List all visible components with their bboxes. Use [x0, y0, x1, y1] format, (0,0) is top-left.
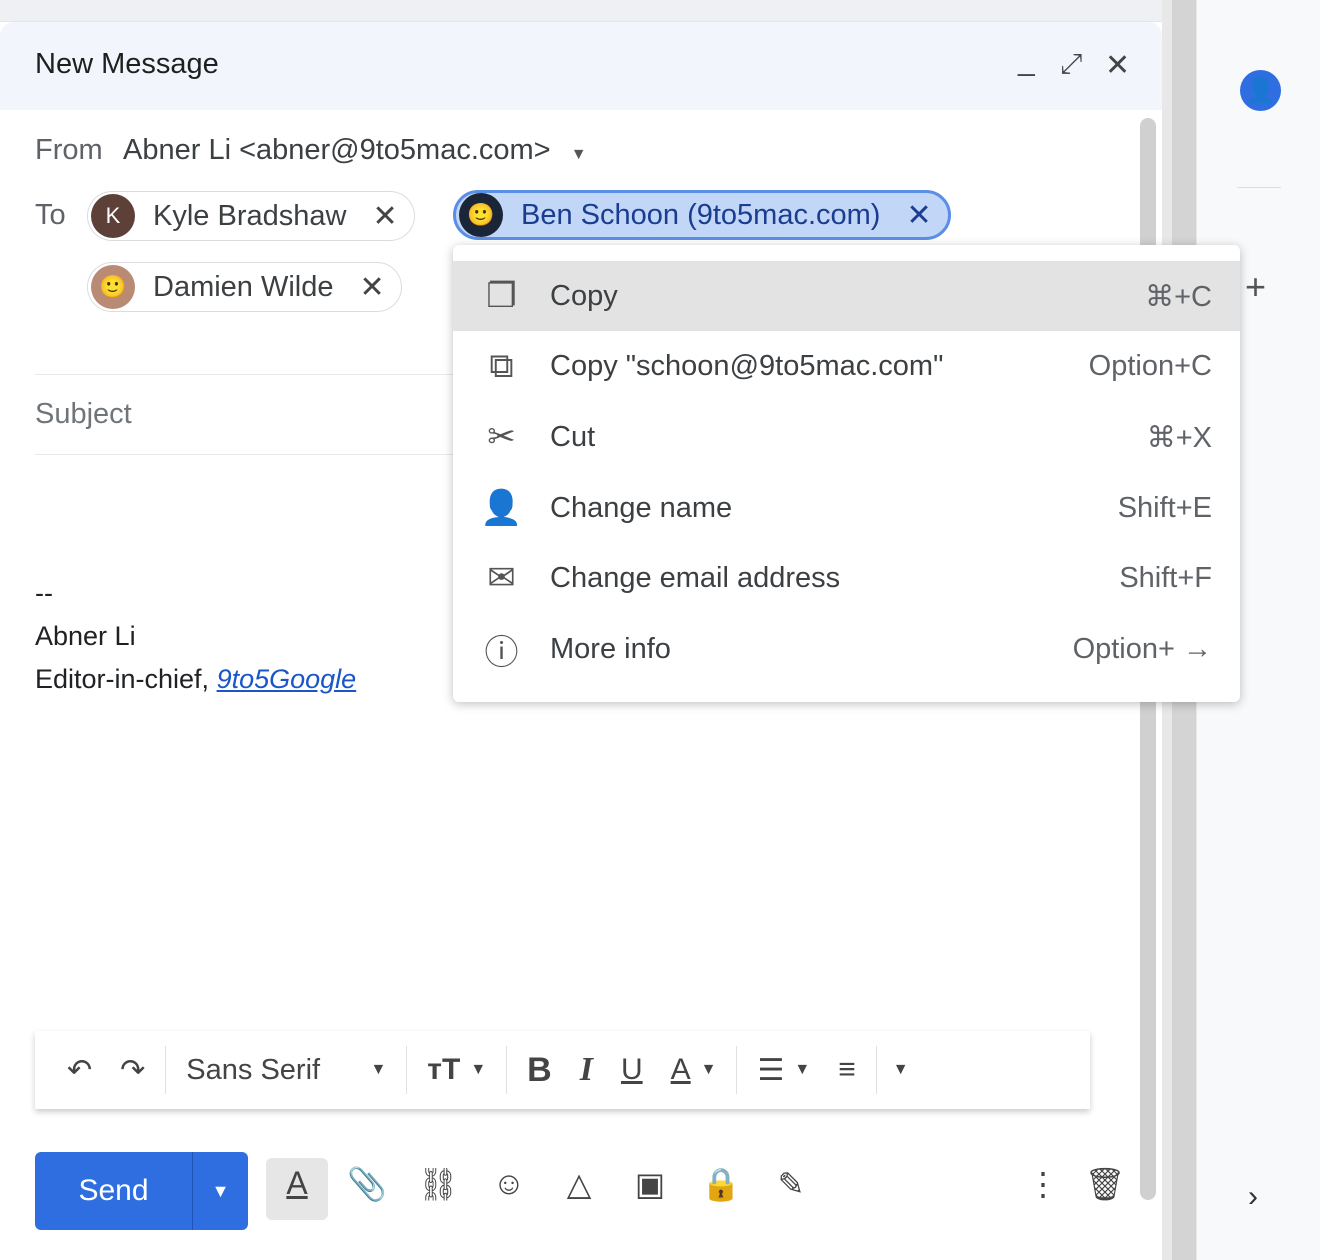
- menu-shortcut: Option+ →: [1072, 632, 1212, 665]
- font-select[interactable]: Sans Serif ▼: [186, 1054, 386, 1087]
- recipient-name: Ben Schoon (9to5mac.com): [521, 198, 881, 231]
- menu-label: Cut: [550, 420, 596, 453]
- recipient-chip-selected[interactable]: 🙂 Ben Schoon (9to5mac.com) ✕: [453, 190, 951, 240]
- signature-dashes: --: [35, 578, 53, 608]
- more-formatting-icon[interactable]: ▼: [893, 1061, 909, 1079]
- menu-item-more-info[interactable]: ⓘ More info Option+ →: [453, 614, 1240, 684]
- recipient-chip[interactable]: K Kyle Bradshaw ✕: [87, 191, 415, 241]
- remove-icon[interactable]: ✕: [360, 270, 385, 305]
- menu-label: Change email address: [550, 561, 841, 594]
- signature-title: Editor-in-chief,: [35, 664, 217, 694]
- menu-label: More info: [550, 632, 671, 665]
- context-menu: ❐ Copy ⌘+C ⧉ Copy "schoon@9to5mac.com" Optio…: [453, 245, 1240, 702]
- redo-icon[interactable]: ↷: [120, 1053, 145, 1088]
- trash-icon[interactable]: 🗑: [1083, 1165, 1127, 1203]
- separator: [736, 1046, 738, 1094]
- drive-icon[interactable]: △: [557, 1165, 601, 1203]
- bold-icon[interactable]: B: [527, 1051, 552, 1090]
- recipient-chip[interactable]: 🙂 Damien Wilde ✕: [87, 262, 402, 312]
- menu-item-change-name[interactable]: 👤 Change name Shift+E: [453, 473, 1240, 543]
- menu-label: Copy "schoon@9to5mac.com": [550, 349, 944, 382]
- from-value: Abner Li <abner@9to5mac.com>: [123, 134, 551, 166]
- menu-item-copy-email[interactable]: ⧉ Copy "schoon@9to5mac.com" Option+C: [453, 331, 1240, 401]
- remove-icon[interactable]: ✕: [906, 198, 931, 233]
- separator: [165, 1046, 167, 1094]
- menu-shortcut: ⌘+C: [1145, 280, 1212, 313]
- divider: [35, 454, 455, 455]
- from-select[interactable]: Abner Li <abner@9to5mac.com> ▼: [123, 134, 587, 167]
- contacts-icon[interactable]: 👤: [1240, 70, 1281, 111]
- signature: -- Abner Li Editor-in-chief, 9to5Google: [35, 572, 356, 701]
- numbered-list-icon[interactable]: ≡: [838, 1053, 856, 1087]
- photo-icon[interactable]: ▣: [628, 1165, 672, 1203]
- separator: [506, 1046, 508, 1094]
- separator: [406, 1046, 408, 1094]
- fullscreen-icon[interactable]: ⤢: [1060, 48, 1082, 81]
- side-divider: [1237, 187, 1281, 188]
- to-label: To: [35, 199, 66, 231]
- signature-link[interactable]: 9to5Google: [217, 664, 357, 694]
- close-icon[interactable]: ✕: [1105, 48, 1130, 83]
- info-icon: ⓘ: [484, 633, 519, 672]
- text-color-icon[interactable]: A ▼: [671, 1053, 717, 1087]
- menu-item-change-email[interactable]: ✉ Change email address Shift+F: [453, 543, 1240, 613]
- menu-shortcut: Shift+F: [1119, 561, 1212, 594]
- more-options-icon[interactable]: ⋮: [1021, 1165, 1065, 1203]
- undo-icon[interactable]: ↶: [67, 1053, 92, 1088]
- minimize-icon[interactable]: _: [1018, 44, 1035, 78]
- edit-mail-icon: ✉: [487, 559, 516, 597]
- menu-shortcut: ⌘+X: [1146, 421, 1212, 454]
- attach-icon[interactable]: 📎: [345, 1165, 389, 1203]
- italic-icon[interactable]: I: [580, 1051, 593, 1089]
- avatar: 🙂: [459, 193, 503, 237]
- formatting-toolbar: ↶ ↷ Sans Serif ▼ тT ▼ B I U A ▼ ☰ ▼ ≡ ▼: [35, 1031, 1090, 1109]
- from-label: From: [35, 134, 103, 166]
- add-icon[interactable]: +: [1245, 266, 1266, 308]
- menu-label: Copy: [550, 279, 618, 312]
- send-options-icon[interactable]: ▼: [193, 1152, 248, 1230]
- menu-shortcut: Option+C: [1088, 349, 1212, 382]
- copy-email-icon: ⧉: [489, 346, 514, 385]
- menu-item-cut[interactable]: ✂ Cut ⌘+X: [453, 402, 1240, 472]
- background-band: [0, 0, 1162, 22]
- avatar: K: [91, 194, 135, 238]
- underline-icon[interactable]: U: [621, 1053, 643, 1087]
- expand-panel-icon[interactable]: ›: [1248, 1180, 1258, 1214]
- text-size-icon[interactable]: тT ▼: [427, 1053, 486, 1087]
- chevron-down-icon: ▼: [370, 1061, 387, 1078]
- remove-icon[interactable]: ✕: [372, 199, 397, 234]
- copy-icon: ❐: [486, 277, 517, 315]
- send-button[interactable]: Send: [35, 1152, 193, 1230]
- align-icon[interactable]: ☰ ▼: [757, 1053, 810, 1088]
- compose-title: New Message: [35, 48, 219, 80]
- menu-item-copy[interactable]: ❐ Copy ⌘+C: [453, 261, 1240, 331]
- menu-shortcut: Shift+E: [1117, 491, 1212, 524]
- send-button-group: Send ▼: [35, 1152, 248, 1230]
- emoji-icon[interactable]: ☺: [487, 1165, 531, 1202]
- signature-name: Abner Li: [35, 621, 136, 651]
- subject-input[interactable]: Subject: [35, 398, 132, 431]
- scissors-icon: ✂: [487, 418, 516, 456]
- signature-pen-icon[interactable]: ✎: [769, 1165, 813, 1203]
- divider: [35, 374, 455, 375]
- edit-person-icon: 👤: [480, 489, 523, 527]
- avatar: 🙂: [91, 265, 135, 309]
- link-icon[interactable]: ⛓: [416, 1165, 460, 1203]
- font-value: Sans Serif: [186, 1053, 321, 1086]
- recipient-name: Kyle Bradshaw: [153, 199, 347, 232]
- chevron-down-icon: ▼: [570, 146, 587, 163]
- recipient-name: Damien Wilde: [153, 270, 334, 303]
- menu-label: Change name: [550, 491, 733, 524]
- formatting-icon: A: [286, 1165, 308, 1201]
- confidential-icon[interactable]: 🔒: [699, 1165, 743, 1203]
- separator: [875, 1046, 877, 1094]
